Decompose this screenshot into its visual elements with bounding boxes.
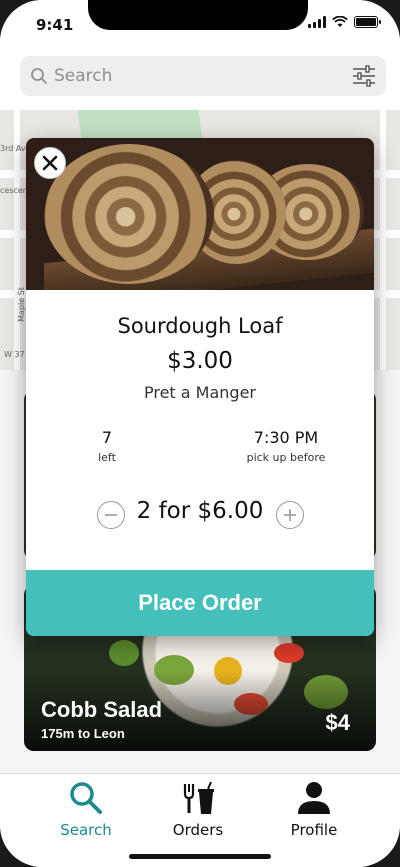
salad-veg [109, 640, 139, 666]
product-modal: Sourdough Loaf $3.00 Pret a Manger 7 lef… [26, 138, 374, 636]
cellular-signal-icon [308, 16, 326, 28]
pickup-label: pick up before [246, 451, 326, 464]
product-price: $3.00 [167, 348, 233, 374]
close-icon [42, 155, 58, 171]
status-time: 9:41 [36, 16, 74, 34]
tab-label: Profile [290, 821, 338, 839]
listing-price: $4 [325, 710, 350, 735]
listing-name: Cobb Salad [41, 697, 163, 722]
bread-loaf [44, 144, 214, 284]
plus-icon [284, 509, 296, 521]
phone-screen: 9:41 Search 3rd Av cescen Maple St W 37 … [0, 0, 400, 867]
fork-cup-icon [183, 781, 214, 814]
salad-veg [274, 643, 304, 663]
place-order-button[interactable]: Place Order [26, 570, 374, 636]
search-icon [70, 782, 102, 814]
pickup-time: 7:30 PM [253, 428, 319, 447]
product-photo [26, 138, 374, 290]
sliders-icon[interactable] [352, 65, 376, 87]
quantity-stepper: 2 for $6.00 [26, 496, 374, 532]
map-label: cescen [0, 186, 28, 195]
home-indicator [129, 854, 271, 859]
tab-bar: Search Orders Profile [0, 773, 400, 867]
search-bar[interactable] [20, 56, 386, 96]
wifi-icon [332, 16, 348, 27]
status-bar: 9:41 [0, 0, 400, 50]
product-name: Sourdough Loaf [117, 314, 283, 338]
tab-orders[interactable]: Orders [148, 780, 248, 840]
map-label: W 37 [4, 350, 25, 359]
person-icon [298, 782, 330, 814]
store-name: Pret a Manger [143, 383, 256, 402]
increase-button[interactable] [276, 501, 304, 529]
map-label: 3rd Av [0, 144, 26, 153]
map-label: Maple St [16, 287, 26, 322]
stock-count: 7 [101, 428, 113, 447]
tab-profile[interactable]: Profile [264, 780, 364, 840]
pickup-stat: 7:30 PM pick up before [236, 428, 336, 464]
map-road [380, 110, 386, 370]
quantity-text: 2 for $6.00 [136, 498, 264, 524]
stock-stat: 7 left [82, 428, 132, 464]
stock-label: left [98, 451, 116, 464]
search-area [0, 50, 400, 110]
battery-icon [354, 16, 381, 28]
magnifier-icon [31, 68, 47, 84]
search-input[interactable] [54, 66, 334, 86]
status-icons [308, 16, 381, 28]
close-button[interactable] [34, 147, 66, 179]
tab-label: Orders [172, 821, 224, 839]
listing-distance: 175m to Leon [41, 726, 125, 741]
notch [88, 0, 308, 30]
tab-search[interactable]: Search [36, 780, 136, 840]
tab-label: Search [60, 821, 112, 839]
